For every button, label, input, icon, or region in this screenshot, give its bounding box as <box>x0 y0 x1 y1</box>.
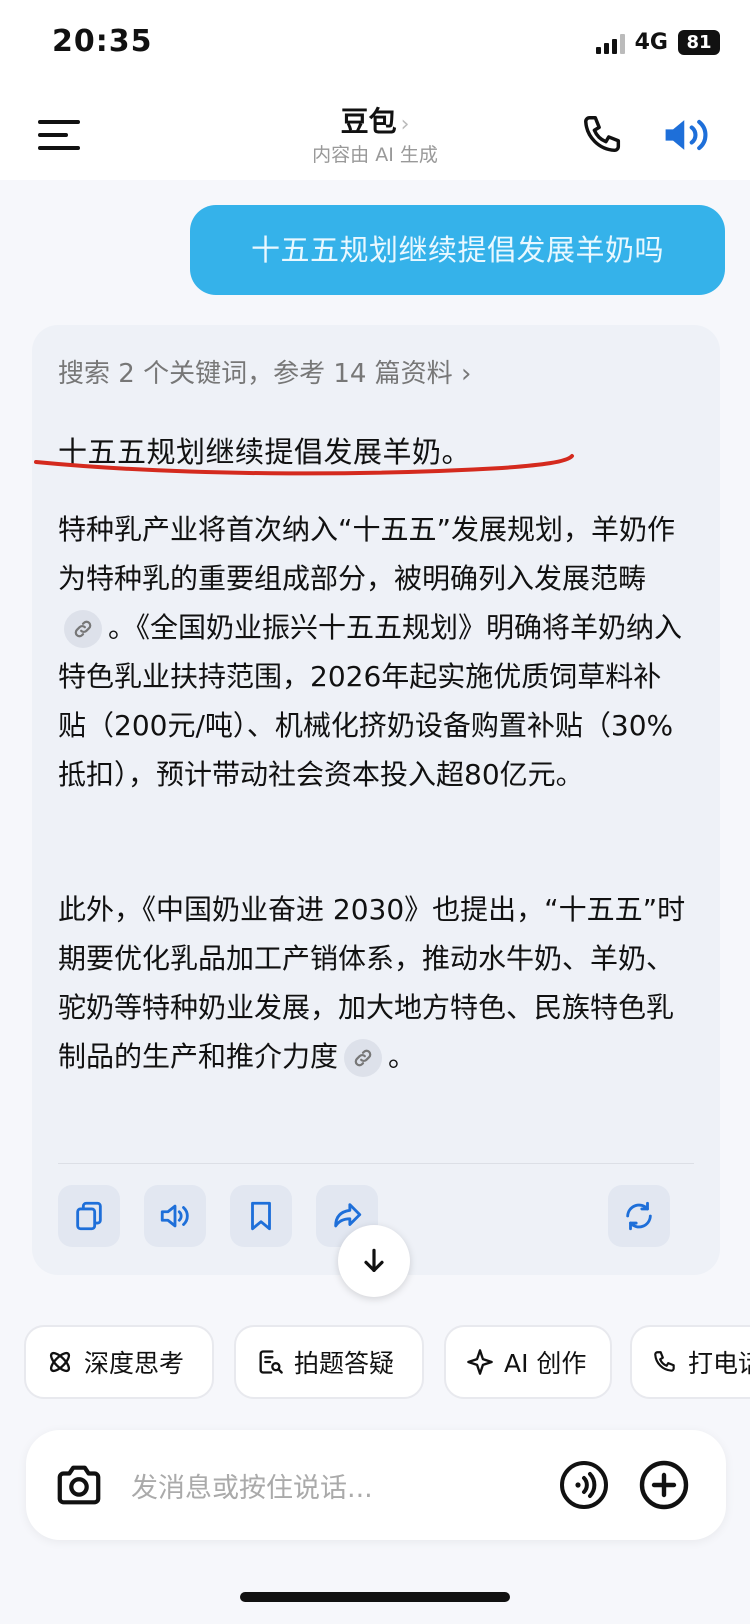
chip-deep-thinking[interactable]: 深度思考 <box>24 1325 214 1399</box>
arrow-down-icon <box>364 1248 384 1272</box>
read-aloud-icon[interactable] <box>144 1185 206 1247</box>
chip-photo-question[interactable]: 拍题答疑 <box>234 1325 424 1399</box>
chip-phone-call[interactable]: 打电话 <box>630 1325 750 1399</box>
signal-icon <box>595 32 625 54</box>
add-attachment-icon[interactable] <box>638 1459 690 1515</box>
chip-label: 深度思考 <box>84 1349 185 1378</box>
user-message-bubble: 十五五规划继续提倡发展羊奶吗 <box>190 205 725 295</box>
phone-icon <box>654 1351 675 1372</box>
atom-icon <box>49 1351 71 1373</box>
camera-icon[interactable] <box>54 1461 104 1513</box>
reply-text: 特种乳产业将首次纳入“十五五”发展规划，羊奶作为特种乳的重要组成部分，被明确列入… <box>58 513 676 595</box>
sparkle-icon <box>467 1349 493 1375</box>
chat-header: 豆包 › 内容由 AI 生成 <box>0 90 750 180</box>
divider <box>58 1163 694 1164</box>
reference-link-icon[interactable] <box>64 610 102 648</box>
regenerate-icon[interactable] <box>608 1185 670 1247</box>
status-time: 20:35 <box>52 24 153 59</box>
message-input[interactable]: 发消息或按住说话... <box>131 1466 373 1505</box>
bot-name: 豆包 <box>340 105 397 138</box>
bot-title[interactable]: 豆包 › <box>0 100 750 140</box>
quick-action-chips: 深度思考 拍题答疑 AI 创作 打电话 <box>0 1325 750 1405</box>
reply-text: 。《全国奶业振兴十五五规划》明确将羊奶纳入特色乳业扶持范围，2026年起实施优质… <box>58 611 683 791</box>
copy-icon[interactable] <box>58 1185 120 1247</box>
ai-reply-card: 搜索 2 个关键词，参考 14 篇资料 › 十五五规划继续提倡发展羊奶。 特种乳… <box>32 325 720 1275</box>
ai-disclaimer: 内容由 AI 生成 <box>312 144 438 166</box>
chip-label: 打电话 <box>688 1349 750 1378</box>
reply-paragraph: 特种乳产业将首次纳入“十五五”发展规划，羊奶作为特种乳的重要组成部分，被明确列入… <box>58 505 688 799</box>
red-underline-mark <box>34 454 574 476</box>
bookmark-icon[interactable] <box>230 1185 292 1247</box>
search-summary-link[interactable]: 搜索 2 个关键词，参考 14 篇资料 › <box>58 353 471 390</box>
chip-ai-creation[interactable]: AI 创作 <box>444 1325 612 1399</box>
status-indicators: 4G 81 <box>595 30 720 55</box>
chip-label: 拍题答疑 <box>294 1349 395 1378</box>
photo-question-icon <box>259 1350 283 1374</box>
battery-level: 81 <box>678 30 720 55</box>
home-indicator <box>240 1592 510 1602</box>
scroll-to-bottom-button[interactable] <box>338 1225 410 1297</box>
call-icon[interactable] <box>580 112 626 158</box>
speaker-icon[interactable] <box>660 112 716 158</box>
reply-text: 。 <box>388 1040 417 1073</box>
chevron-right-icon: › <box>400 112 410 137</box>
network-type: 4G <box>634 30 668 55</box>
reference-link-icon[interactable] <box>344 1039 383 1077</box>
status-bar: 20:35 4G 81 <box>0 0 750 90</box>
message-input-bar: 发消息或按住说话... <box>26 1430 726 1540</box>
chip-label: AI 创作 <box>504 1349 587 1378</box>
voice-input-icon[interactable] <box>558 1459 610 1515</box>
reply-paragraph: 此外，《中国奶业奋进 2030》也提出，“十五五”时期要优化乳品加工产销体系，推… <box>58 885 688 1081</box>
